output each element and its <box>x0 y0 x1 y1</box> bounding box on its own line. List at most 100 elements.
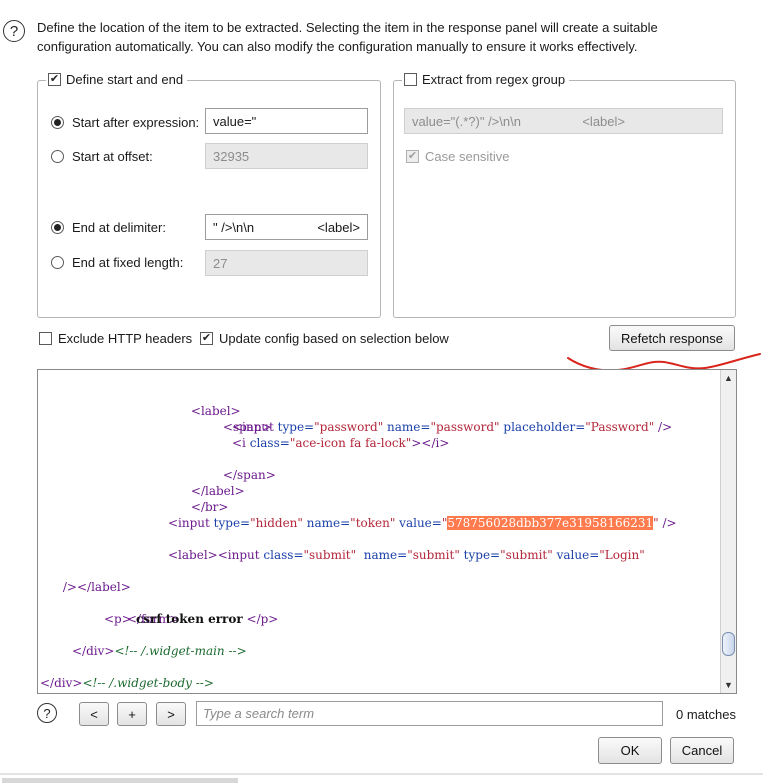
start-at-offset-value: 32935 <box>213 148 250 164</box>
start-after-expression-field[interactable]: value=" <box>205 108 368 134</box>
code-line: <label><input class="submit" name="submi… <box>168 547 645 563</box>
description-text: Define the location of the item to be ex… <box>37 20 658 54</box>
code-attr: placeholder= <box>499 420 586 434</box>
code-value: "token" <box>350 516 396 530</box>
code-tag: <i <box>232 436 246 450</box>
start-at-offset-label: Start at offset: <box>72 149 153 164</box>
end-at-fixed-length-value: 27 <box>213 255 228 271</box>
code-attr: value= <box>395 516 442 530</box>
response-scrollbar[interactable]: ▲ ▼ <box>720 370 736 693</box>
code-tag: </div> <box>40 676 83 690</box>
help-icon[interactable]: ? <box>37 703 57 723</box>
update-config-label: Update config based on selection below <box>219 331 449 346</box>
start-after-expression-radio[interactable] <box>51 116 64 129</box>
start-after-expression-value: value=" <box>213 113 257 129</box>
end-at-delimiter-value: " />\n\n <box>213 219 255 235</box>
code-value: "submit" <box>407 548 460 562</box>
help-icon[interactable]: ? <box>3 20 25 42</box>
code-tag: </div> <box>72 644 115 658</box>
code-value: "Login" <box>599 548 645 562</box>
code-attr: class= <box>259 548 304 562</box>
code-line: </div><!-- /.widget-body --> <box>40 675 214 691</box>
case-sensitive-label: Case sensitive <box>425 149 510 164</box>
start-at-offset-field[interactable]: 32935 <box>205 143 368 169</box>
end-at-fixed-length-field[interactable]: 27 <box>205 250 368 276</box>
code-attr: value= <box>552 548 600 562</box>
end-at-fixed-length-radio[interactable] <box>51 256 64 269</box>
code-tag: /></label> <box>62 580 131 594</box>
code-attr: name= <box>302 516 351 530</box>
code-line: <p> csrf token error </p> <box>104 611 278 627</box>
define-start-end-checkbox[interactable]: ✔ <box>48 73 61 86</box>
end-at-delimiter-field[interactable]: " />\n\n <label> <box>205 214 368 240</box>
scroll-down-icon[interactable]: ▼ <box>723 679 734 691</box>
code-value: "hidden" <box>250 516 303 530</box>
code-value: "Password" <box>585 420 655 434</box>
code-tag: <p> <box>104 612 132 626</box>
case-sensitive-option[interactable]: ✔ Case sensitive <box>406 149 510 164</box>
extract-regex-checkbox[interactable] <box>404 73 417 86</box>
ok-button[interactable]: OK <box>598 737 662 764</box>
search-next-button[interactable]: > <box>156 702 186 726</box>
scroll-thumb[interactable] <box>722 632 735 656</box>
search-prev-button[interactable]: < <box>79 702 109 726</box>
code-attr: class= <box>245 436 290 450</box>
code-line: <input type="hidden" name="token" value=… <box>168 515 677 531</box>
start-after-expression-option[interactable]: Start after expression: <box>51 115 199 130</box>
start-end-legend[interactable]: ✔ Define start and end <box>46 72 188 87</box>
code-text: csrf token error <box>131 612 243 626</box>
code-tag: </br> <box>190 500 229 514</box>
code-attr: name= <box>383 420 431 434</box>
regex-legend[interactable]: Extract from regex group <box>402 72 570 87</box>
code-tag: <input <box>217 548 260 562</box>
start-at-offset-radio[interactable] <box>51 150 64 163</box>
response-code-area[interactable]: <label> <span> <input type="password" na… <box>38 370 721 693</box>
selected-token-value[interactable]: 578756028dbb377e31958166231 <box>447 516 654 530</box>
code-attr: type= <box>459 548 501 562</box>
code-tag: ></i> <box>411 436 450 450</box>
end-at-delimiter-radio[interactable] <box>51 221 64 234</box>
code-value: "submit" <box>500 548 553 562</box>
code-line: </div><!-- /.widget-main --> <box>72 643 247 659</box>
exclude-headers-label: Exclude HTTP headers <box>58 331 193 346</box>
code-comment: <!-- /.widget-body --> <box>82 676 214 690</box>
scroll-up-icon[interactable]: ▲ <box>723 372 734 384</box>
match-count: 0 matches <box>676 707 736 722</box>
start-at-offset-option[interactable]: Start at offset: <box>51 149 153 164</box>
update-config-option[interactable]: ✔ Update config based on selection below <box>200 331 449 346</box>
regex-expression-field[interactable]: value="(.*?)" />\n\n <label> <box>404 108 723 134</box>
extract-regex-label: Extract from regex group <box>422 72 566 87</box>
update-config-checkbox[interactable]: ✔ <box>200 332 213 345</box>
code-tag: <input <box>232 420 274 434</box>
code-attr: name= <box>356 548 408 562</box>
end-at-delimiter-option[interactable]: End at delimiter: <box>51 220 166 235</box>
code-tag: <label> <box>168 548 218 562</box>
code-line: <input type="password" name="password" p… <box>232 419 672 435</box>
refetch-response-button[interactable]: Refetch response <box>609 325 735 351</box>
code-tag: </p> <box>246 612 279 626</box>
cancel-button[interactable]: Cancel <box>670 737 734 764</box>
code-tag: /> <box>654 420 673 434</box>
code-attr: type= <box>273 420 315 434</box>
code-tag: <input <box>168 516 210 530</box>
bottom-edge <box>0 773 763 783</box>
search-add-button[interactable]: + <box>117 702 147 726</box>
case-sensitive-checkbox[interactable]: ✔ <box>406 150 419 163</box>
exclude-headers-option[interactable]: Exclude HTTP headers <box>39 331 192 346</box>
code-tag: /> <box>658 516 677 530</box>
exclude-headers-checkbox[interactable] <box>39 332 52 345</box>
start-after-expression-label: Start after expression: <box>72 115 200 130</box>
define-start-end-label: Define start and end <box>66 72 184 87</box>
code-value: "password" <box>314 420 384 434</box>
end-at-delimiter-suffix: <label> <box>317 219 360 235</box>
end-at-fixed-length-label: End at fixed length: <box>72 255 184 270</box>
response-panel[interactable]: <label> <span> <input type="password" na… <box>37 369 737 694</box>
code-value: "submit" <box>303 548 357 562</box>
code-line: <i class="ace-icon fa fa-lock"></i> <box>232 435 449 451</box>
regex-expression-value: value="(.*?)" />\n\n <box>412 113 521 129</box>
code-attr: type= <box>209 516 251 530</box>
code-value: "password" <box>430 420 500 434</box>
end-at-fixed-length-option[interactable]: End at fixed length: <box>51 255 183 270</box>
regex-expression-suffix: <label> <box>582 113 625 129</box>
search-input[interactable] <box>196 701 663 726</box>
